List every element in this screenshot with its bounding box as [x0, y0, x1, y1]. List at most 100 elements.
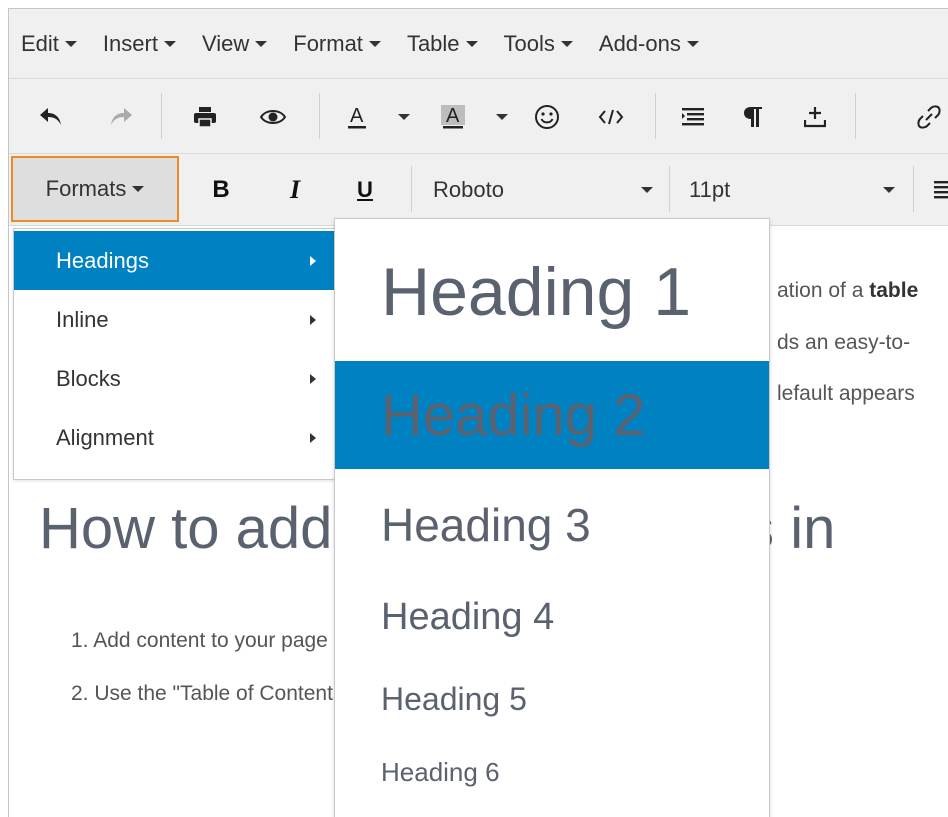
menu-edit-label: Edit: [21, 30, 59, 56]
emoticon-icon: [535, 105, 559, 129]
menu-format[interactable]: Format: [293, 31, 381, 57]
print-icon: [194, 107, 216, 128]
separator: [411, 166, 412, 212]
chevron-down-icon: [255, 40, 268, 47]
chevron-down-icon: [64, 40, 77, 47]
link-icon: [917, 105, 941, 129]
separator: [669, 166, 670, 212]
print-button[interactable]: [185, 97, 225, 137]
chevron-right-icon: [310, 314, 316, 325]
menu-view[interactable]: View: [201, 30, 268, 57]
chevron-down-icon: [163, 40, 176, 47]
menu-addons[interactable]: Add-ons: [599, 31, 699, 57]
separator: [319, 93, 320, 139]
chevron-down-icon: [686, 40, 699, 47]
text-color-icon: A: [348, 105, 366, 129]
bold-button[interactable]: B: [203, 168, 239, 212]
background-color-dropdown[interactable]: [489, 97, 509, 137]
menu-table-label: Table: [406, 30, 460, 56]
chevron-down-icon: [368, 40, 381, 47]
font-size-value: 11pt: [689, 177, 731, 202]
menu-item-label: Alignment: [56, 424, 154, 450]
formats-menu-alignment[interactable]: Alignment: [14, 408, 334, 467]
chevron-down-icon: [496, 114, 508, 120]
chevron-down-icon: [560, 40, 573, 47]
redo-button[interactable]: [101, 97, 141, 137]
chevron-right-icon: [310, 255, 316, 266]
chevron-down-icon: [465, 40, 478, 47]
undo-button[interactable]: [31, 97, 71, 137]
headings-submenu: Heading 1 Heading 2 Heading 3 Heading 4 …: [334, 218, 770, 817]
heading-6-option[interactable]: Heading 6: [335, 739, 769, 805]
menu-tools[interactable]: Tools: [504, 31, 573, 57]
toolbar-primary: A A: [9, 79, 948, 154]
paragraph-line-3: lefault appears: [777, 382, 915, 405]
chevron-down-icon: [132, 186, 145, 192]
paragraph-icon: [744, 107, 762, 127]
toolbar-formatting: Formats B I U Roboto 11pt: [9, 154, 948, 226]
underline-button[interactable]: U: [347, 168, 383, 212]
heading-2-option[interactable]: Heading 2: [335, 361, 769, 469]
heading-1-option[interactable]: Heading 1: [335, 225, 769, 359]
underline-icon: U: [357, 177, 373, 202]
menu-item-label: Blocks: [56, 365, 121, 391]
svg-text:A: A: [350, 105, 364, 127]
italic-icon: I: [289, 175, 301, 204]
formats-menu: Headings Inline Blocks Alignment: [13, 228, 335, 480]
heading-5-option[interactable]: Heading 5: [335, 659, 769, 739]
menu-view-label: View: [201, 30, 250, 56]
chevron-down-icon: [398, 114, 410, 120]
menu-table[interactable]: Table: [407, 31, 478, 57]
chevron-down-icon: [641, 187, 653, 193]
menu-insert[interactable]: Insert: [103, 31, 176, 57]
undo-icon: [40, 108, 61, 125]
formats-menu-headings[interactable]: Headings: [14, 231, 334, 290]
menu-tools-label: Tools: [503, 30, 555, 56]
preview-icon: [259, 110, 287, 124]
font-size-select[interactable]: 11pt: [689, 168, 897, 212]
insert-button[interactable]: [795, 97, 835, 137]
heading-4-option[interactable]: Heading 4: [335, 575, 769, 659]
font-family-select[interactable]: Roboto: [433, 168, 655, 212]
separator: [655, 93, 656, 139]
code-icon: [598, 109, 624, 125]
text-color-button[interactable]: A: [339, 97, 375, 137]
redo-icon: [111, 108, 132, 125]
menu-insert-label: Insert: [102, 30, 158, 56]
background-color-icon: A: [441, 105, 465, 129]
emoticon-button[interactable]: [527, 97, 567, 137]
paragraph-bold-text: table: [869, 279, 919, 302]
background-color-button[interactable]: A: [435, 97, 471, 137]
chevron-right-icon: [310, 373, 316, 384]
chevron-down-icon: [883, 187, 895, 193]
separator: [855, 93, 856, 139]
text-color-dropdown[interactable]: [391, 97, 411, 137]
code-button[interactable]: [591, 97, 631, 137]
menu-addons-label: Add-ons: [598, 30, 681, 56]
insert-icon: [804, 107, 826, 128]
menubar: Edit Insert View Format Table Tools Add-…: [9, 9, 948, 79]
show-blocks-button[interactable]: [733, 97, 773, 137]
toc-icon: [682, 108, 704, 126]
menu-format-label: Format: [293, 30, 363, 56]
paragraph-line-1: ation of a table: [777, 279, 918, 303]
heading-3-option[interactable]: Heading 3: [335, 475, 769, 575]
table-of-contents-button[interactable]: [673, 97, 713, 137]
formats-menu-inline[interactable]: Inline: [14, 290, 334, 349]
italic-button[interactable]: I: [277, 168, 313, 212]
menu-edit[interactable]: Edit: [21, 31, 77, 57]
separator: [913, 166, 914, 212]
link-button[interactable]: [909, 97, 948, 137]
formats-button[interactable]: Formats: [11, 156, 179, 222]
separator: [161, 93, 162, 139]
preview-button[interactable]: [253, 97, 293, 137]
menu-item-label: Headings: [56, 247, 149, 273]
formats-menu-blocks[interactable]: Blocks: [14, 349, 334, 408]
font-family-value: Roboto: [433, 177, 504, 202]
paragraph-text: ation of a: [777, 279, 870, 302]
align-icon: [934, 181, 948, 199]
align-button[interactable]: [927, 170, 948, 210]
bold-icon: B: [212, 176, 230, 203]
chevron-right-icon: [310, 432, 316, 443]
paragraph-line-2: ds an easy-to-: [777, 331, 911, 354]
